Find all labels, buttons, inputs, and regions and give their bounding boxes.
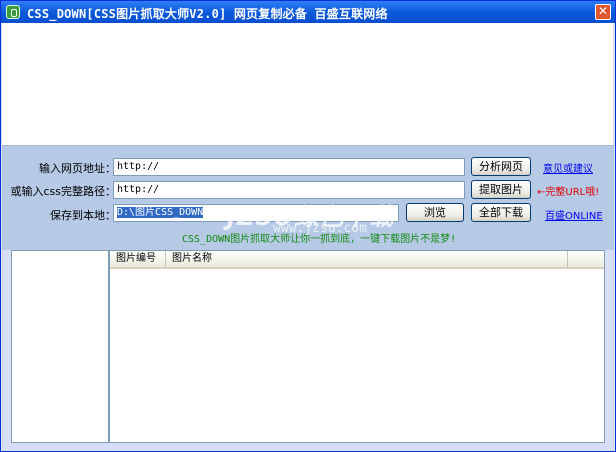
window-title: CSS_DOWN[CSS图片抓取大师V2.0] 网页复制必备 百盛互联网络 bbox=[27, 7, 388, 21]
folder-pane[interactable] bbox=[11, 250, 109, 443]
download-all-button[interactable]: 全部下载 bbox=[471, 203, 531, 222]
close-icon: ✕ bbox=[597, 4, 609, 18]
list-header: 图片编号 图片名称 bbox=[110, 251, 604, 269]
close-button[interactable]: ✕ bbox=[595, 4, 611, 20]
url-label: 输入网页地址： bbox=[39, 162, 116, 175]
column-header-image-number[interactable]: 图片编号 bbox=[110, 251, 166, 267]
watermark-url: www.jzsu.com bbox=[273, 221, 367, 236]
title-bar[interactable]: CSS_DOWN[CSS图片抓取大师V2.0] 网页复制必备 百盛互联网络 ✕ bbox=[1, 1, 615, 23]
analyze-button[interactable]: 分析网页 bbox=[471, 157, 531, 176]
feedback-link[interactable]: 意见或建议 bbox=[543, 160, 593, 175]
column-header-image-name[interactable]: 图片名称 bbox=[166, 251, 568, 267]
url-input[interactable]: http:// bbox=[113, 158, 465, 176]
save-path-label: 保存到本地： bbox=[50, 209, 116, 222]
app-icon bbox=[6, 5, 20, 19]
extract-button[interactable]: 提取图片 bbox=[471, 180, 531, 199]
css-path-label: 或输入css完整路径： bbox=[10, 185, 116, 198]
preview-area bbox=[2, 23, 613, 145]
column-header-filler bbox=[568, 251, 604, 267]
save-path-value: D:\图片CSS_DOWN bbox=[117, 207, 204, 218]
online-link[interactable]: 百盛ONLINE bbox=[545, 207, 603, 222]
url-hint: ←完整URL哦! bbox=[537, 187, 600, 198]
app-window: CSS_DOWN[CSS图片抓取大师V2.0] 网页复制必备 百盛互联网络 ✕ … bbox=[0, 0, 616, 452]
browse-button[interactable]: 浏览 bbox=[406, 203, 464, 222]
image-list[interactable]: 图片编号 图片名称 bbox=[109, 250, 605, 443]
